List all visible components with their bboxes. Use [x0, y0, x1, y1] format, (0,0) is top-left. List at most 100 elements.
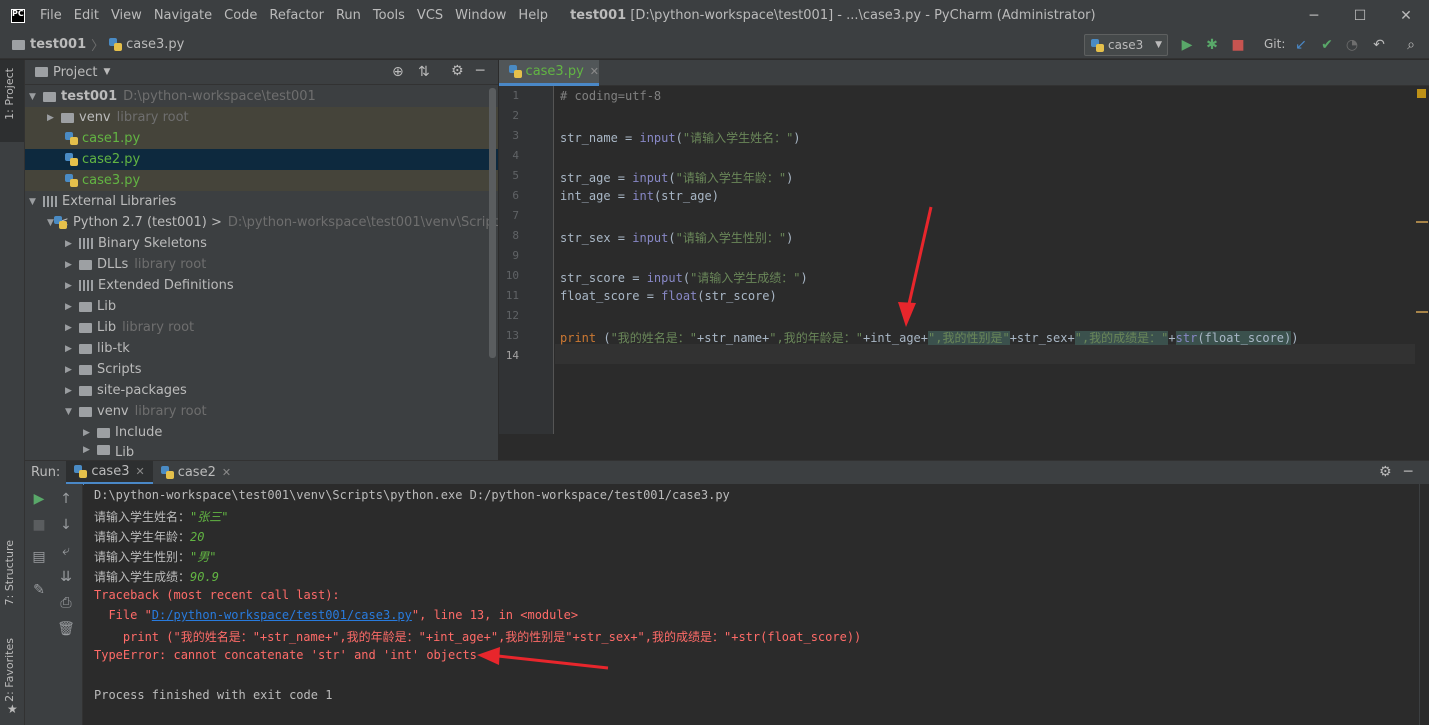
- close-tab-icon[interactable]: ✕: [222, 466, 231, 479]
- tree-item-label: Extended Definitions: [98, 278, 234, 293]
- chevron-right-icon: ▶: [83, 445, 90, 455]
- tree-item-external-libraries[interactable]: ▼ External Libraries: [25, 191, 498, 212]
- stop-icon[interactable]: ■: [1229, 36, 1247, 54]
- search-icon[interactable]: ⌕: [1402, 36, 1420, 54]
- history-icon[interactable]: ◔: [1343, 36, 1361, 54]
- pycharm-logo-icon: [11, 8, 25, 23]
- run-console[interactable]: D:\python-workspace\test001\venv\Scripts…: [84, 484, 1429, 725]
- down-arrow-icon[interactable]: ↓: [57, 516, 75, 534]
- run-tab-case2[interactable]: case2 ✕: [153, 461, 239, 485]
- run-configuration-label: case3: [1108, 38, 1144, 52]
- menu-run[interactable]: Run: [336, 8, 361, 23]
- run-configuration-select[interactable]: case3 ▼: [1084, 34, 1168, 56]
- console-command: D:\python-workspace\test001\venv\Scripts…: [94, 488, 730, 502]
- tree-item-label: lib-tk: [97, 341, 130, 356]
- minimize-icon[interactable]: ─: [1291, 0, 1337, 31]
- up-arrow-icon[interactable]: ↑: [57, 490, 75, 508]
- gear-icon[interactable]: ⚙: [451, 63, 464, 79]
- run-icon[interactable]: ▶: [1178, 36, 1196, 54]
- favorites-tool-tab[interactable]: 2: Favorites: [3, 638, 16, 702]
- git-commit-icon[interactable]: ✔: [1318, 36, 1336, 54]
- git-update-icon[interactable]: ↙: [1292, 36, 1310, 54]
- console-scrollbar[interactable]: [1419, 484, 1429, 725]
- project-view-icon: [35, 67, 48, 77]
- warning-marker[interactable]: [1416, 221, 1428, 223]
- tree-item-case1[interactable]: case1.py: [25, 128, 498, 149]
- layout-icon[interactable]: ▤: [30, 548, 48, 566]
- scroll-to-end-icon[interactable]: ⇊: [57, 568, 75, 586]
- code-token: ): [786, 171, 794, 185]
- process-exit-message: Process finished with exit code 1: [94, 688, 333, 702]
- tree-item-test001[interactable]: ▼ test001 D:\python-workspace\test001: [25, 86, 498, 107]
- hide-icon[interactable]: ─: [1404, 464, 1412, 480]
- console-line: 请输入学生姓名："张三": [94, 508, 228, 525]
- tree-item-venv-lib[interactable]: ▼ venv library root: [25, 401, 498, 422]
- builtin-token: int: [632, 189, 654, 203]
- chevron-down-icon: ▼: [65, 406, 72, 417]
- project-panel-title[interactable]: Project: [53, 65, 97, 80]
- warning-icon[interactable]: [1417, 89, 1426, 98]
- revert-icon[interactable]: ↶: [1370, 36, 1388, 54]
- print-icon[interactable]: ⎙: [57, 594, 75, 612]
- menu-edit[interactable]: Edit: [74, 8, 99, 23]
- tree-item-scripts[interactable]: ▶ Scripts: [25, 359, 498, 380]
- rerun-icon[interactable]: ▶: [30, 490, 48, 508]
- breadcrumb-project[interactable]: test001: [12, 37, 86, 52]
- tree-item-case3[interactable]: case3.py: [25, 170, 498, 191]
- menu-help[interactable]: Help: [518, 8, 548, 23]
- tree-item-extended-definitions[interactable]: ▶ Extended Definitions: [25, 275, 498, 296]
- tree-item-lib-root[interactable]: ▶ Lib library root: [25, 317, 498, 338]
- pin-icon[interactable]: ✎: [30, 581, 48, 599]
- star-icon[interactable]: ★: [7, 702, 18, 716]
- console-input: "男": [190, 550, 217, 564]
- menu-code[interactable]: Code: [224, 8, 257, 23]
- menu-navigate[interactable]: Navigate: [154, 8, 212, 23]
- editor-error-stripe[interactable]: [1415, 86, 1429, 434]
- tree-item-lib[interactable]: ▶ Lib: [25, 296, 498, 317]
- breadcrumb-file[interactable]: case3.py: [109, 37, 184, 52]
- menu-refactor[interactable]: Refactor: [269, 8, 324, 23]
- traceback-file-line: File "D:/python-workspace/test001/case3.…: [94, 608, 578, 622]
- tree-item-lib-tk[interactable]: ▶ lib-tk: [25, 338, 498, 359]
- traceback-file-link[interactable]: D:/python-workspace/test001/case3.py: [152, 608, 412, 622]
- tree-item-include[interactable]: ▶ Include: [25, 422, 498, 443]
- soft-wrap-icon[interactable]: ⤶: [57, 542, 75, 560]
- menu-window[interactable]: Window: [455, 8, 506, 23]
- chevron-down-icon[interactable]: ▼: [103, 67, 110, 77]
- debug-icon[interactable]: ✱: [1203, 36, 1221, 54]
- window-title-project: test001: [570, 8, 627, 23]
- run-tab-case3[interactable]: case3 ✕: [66, 460, 153, 485]
- tree-item-venv-lib-folder[interactable]: ▶ Lib: [25, 443, 498, 460]
- warning-marker[interactable]: [1416, 311, 1428, 313]
- collapse-all-icon[interactable]: ⇅: [418, 64, 430, 80]
- gear-icon[interactable]: ⚙: [1379, 464, 1392, 480]
- chevron-down-icon: ▼: [1155, 40, 1162, 50]
- tree-item-case2[interactable]: case2.py: [25, 149, 498, 170]
- tree-item-venv[interactable]: ▶ venv library root: [25, 107, 498, 128]
- hide-icon[interactable]: ─: [476, 63, 484, 79]
- line-number: 11: [505, 289, 519, 302]
- tree-item-site-packages[interactable]: ▶ site-packages: [25, 380, 498, 401]
- close-icon[interactable]: ✕: [1383, 0, 1429, 31]
- tree-item-dlls[interactable]: ▶ DLLs library root: [25, 254, 498, 275]
- editor-tab-case3[interactable]: case3.py ✕: [499, 60, 599, 86]
- console-input: "张三": [190, 510, 229, 524]
- menu-vcs[interactable]: VCS: [417, 8, 443, 23]
- maximize-icon[interactable]: ☐: [1337, 0, 1383, 31]
- stop-icon[interactable]: ■: [30, 516, 48, 534]
- menu-view[interactable]: View: [111, 8, 142, 23]
- tree-item-python-sdk[interactable]: ▼ < Python 2.7 (test001) > D:\python-works…: [25, 212, 498, 233]
- console-prompt: 请输入学生成绩：: [94, 570, 191, 584]
- menu-tools[interactable]: Tools: [373, 8, 405, 23]
- close-tab-icon[interactable]: ✕: [135, 465, 144, 478]
- console-prompt: 请输入学生性别：: [94, 550, 191, 564]
- project-tool-tab[interactable]: 1: Project: [3, 68, 16, 120]
- locate-icon[interactable]: ⊕: [392, 64, 404, 80]
- structure-tool-tab[interactable]: 7: Structure: [3, 540, 16, 605]
- project-scrollbar[interactable]: [489, 88, 496, 358]
- trash-icon[interactable]: 🗑: [57, 620, 75, 638]
- tree-item-binary-skeletons[interactable]: ▶ Binary Skeletons: [25, 233, 498, 254]
- code-editor[interactable]: # coding=utf-8 str_name = input("请输入学生姓名…: [555, 86, 1415, 434]
- menu-file[interactable]: File: [40, 8, 62, 23]
- close-tab-icon[interactable]: ✕: [590, 65, 599, 78]
